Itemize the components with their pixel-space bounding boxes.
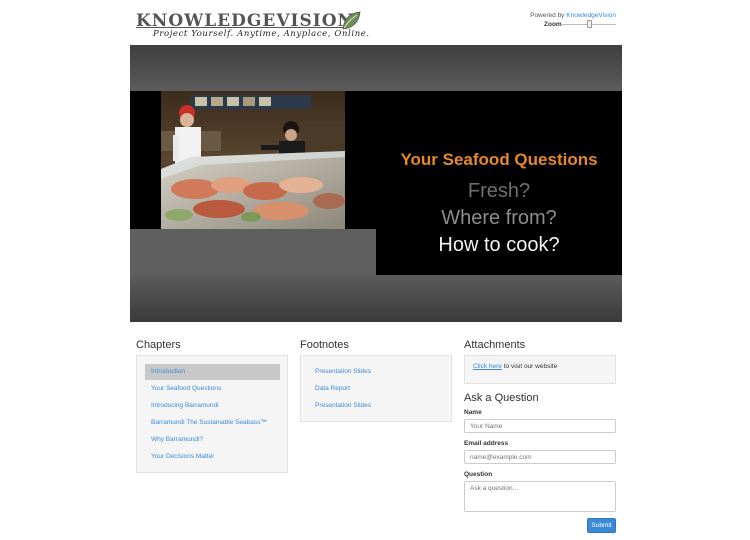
question-label: Question: [464, 471, 493, 478]
powered-by: Powered by KnowledgeVision: [530, 12, 616, 19]
chapter-item-barramundi-sustainable-seabass[interactable]: Barramundi The Sustainable Seabass™: [145, 415, 280, 431]
attachment-rest-text: to visit our website: [501, 363, 558, 370]
video-frame[interactable]: [161, 91, 345, 229]
footnote-item-presentation-slides-2[interactable]: Presentation Slides: [309, 398, 444, 414]
presentation-slide: Your Seafood Questions Fresh? Where from…: [376, 91, 622, 275]
chapter-item-your-seafood-questions[interactable]: Your Seafood Questions: [145, 381, 280, 397]
chapter-item-why-barramundi[interactable]: Why Barramundi?: [145, 432, 280, 448]
chapters-panel: Introduction Your Seafood Questions Intr…: [136, 355, 288, 473]
zoom-label: Zoom: [544, 21, 562, 28]
chapters-heading: Chapters: [136, 339, 181, 351]
leaf-icon: [342, 11, 361, 30]
knowledgevision-logo[interactable]: KNOWLEDGEVISION Project Yourself. Anytim…: [136, 11, 376, 41]
presentation-player: Your Seafood Questions Fresh? Where from…: [130, 45, 622, 322]
slide-title: Your Seafood Questions: [400, 150, 598, 169]
email-label: Email address: [464, 440, 509, 447]
attachments-panel: Click here to visit our website: [464, 355, 616, 384]
footnotes-heading: Footnotes: [300, 339, 349, 351]
slide-line-fresh: Fresh?: [467, 180, 531, 202]
player-bottom-shade: [130, 275, 622, 322]
footnote-item-presentation-slides[interactable]: Presentation Slides: [309, 364, 444, 380]
ask-question-heading: Ask a Question: [464, 392, 539, 404]
chapter-item-your-decisions-matter[interactable]: Your Decisions Matter: [145, 449, 280, 465]
submit-button[interactable]: Submit: [587, 518, 616, 533]
question-textarea[interactable]: [464, 481, 616, 512]
zoom-slider-handle[interactable]: [586, 20, 592, 28]
slide-line-how-to-cook: How to cook?: [438, 234, 560, 256]
email-input[interactable]: [464, 450, 616, 464]
header: KNOWLEDGEVISION Project Yourself. Anytim…: [0, 0, 750, 45]
logo-underline: [136, 27, 344, 28]
footnote-item-data-report[interactable]: Data Report: [309, 381, 444, 397]
name-label: Name: [464, 409, 482, 416]
attachment-text: Click here to visit our website: [473, 363, 557, 370]
player-top-shade: [130, 45, 622, 91]
seafood-counter-video-image: [161, 91, 345, 229]
slide-line-where-from: Where from?: [441, 207, 557, 229]
click-here-link[interactable]: Click here: [473, 363, 502, 370]
chapter-item-introducing-barramundi[interactable]: Introducing Barramundi: [145, 398, 280, 414]
logo-wordmark: KNOWLEDGEVISION: [136, 11, 355, 31]
footnotes-panel: Presentation Slides Data Report Presenta…: [300, 355, 452, 422]
logo-tagline: Project Yourself. Anytime, Anyplace, Onl…: [153, 29, 370, 39]
name-input[interactable]: [464, 419, 616, 433]
knowledgevision-link[interactable]: KnowledgeVision: [566, 12, 616, 19]
chapter-item-introduction[interactable]: Introduction: [145, 364, 280, 380]
powered-by-prefix: Powered by: [530, 12, 567, 19]
attachments-heading: Attachments: [464, 339, 526, 351]
